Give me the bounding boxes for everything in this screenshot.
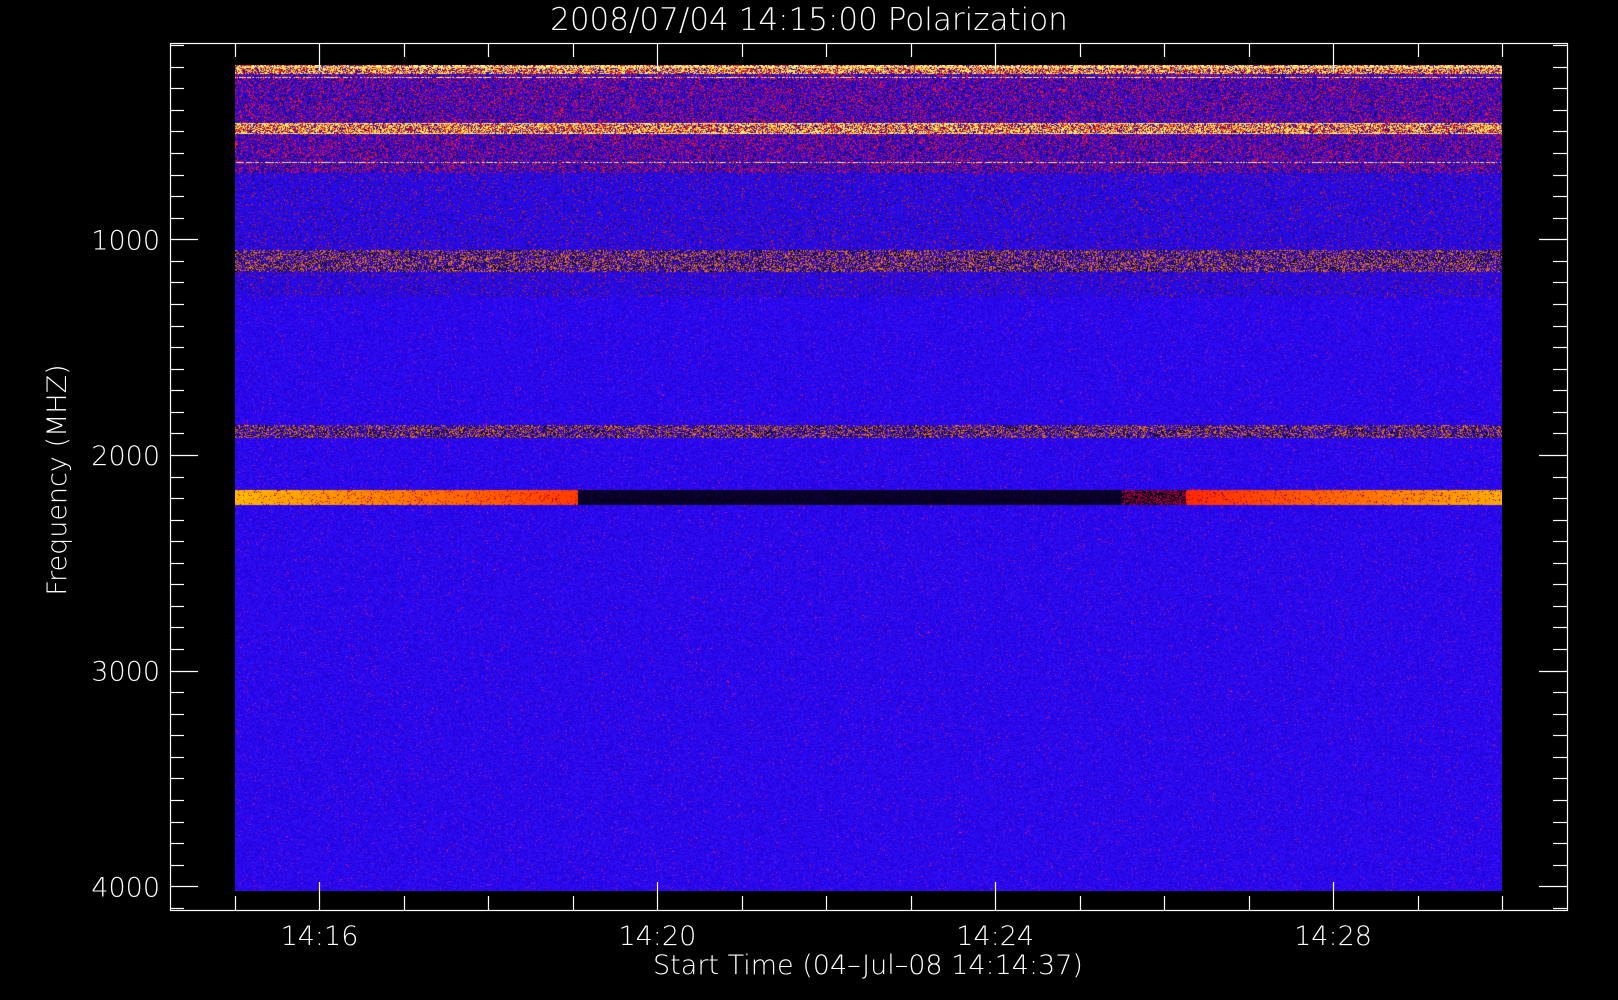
- x-tick-label: 14:28: [1294, 921, 1372, 952]
- chart-axes: 2008/07/04 14:15:00 Polarization Start T…: [42, 2, 1569, 981]
- y-axis-label: Frequency (MHZ): [42, 364, 73, 595]
- chart-title: 2008/07/04 14:15:00 Polarization: [550, 2, 1068, 38]
- x-tick-label: 14:16: [281, 921, 359, 952]
- x-tick-label: 14:24: [956, 921, 1034, 952]
- y-tick-label: 1000: [91, 225, 160, 256]
- y-tick-label: 4000: [91, 872, 160, 903]
- x-tick-label: 14:20: [618, 921, 696, 952]
- y-tick-label: 3000: [91, 657, 160, 688]
- y-tick-label: 2000: [91, 441, 160, 472]
- x-axis-label: Start Time (04–Jul–08 14:14:37): [653, 950, 1083, 981]
- axis-ticks: 1000 2000 3000 4000 14:16 14:20 14:24 14:28: [91, 43, 1567, 952]
- plot-frame: [169, 42, 1569, 912]
- spectrogram-chart: 2008/07/04 14:15:00 Polarization Start T…: [0, 0, 1618, 1000]
